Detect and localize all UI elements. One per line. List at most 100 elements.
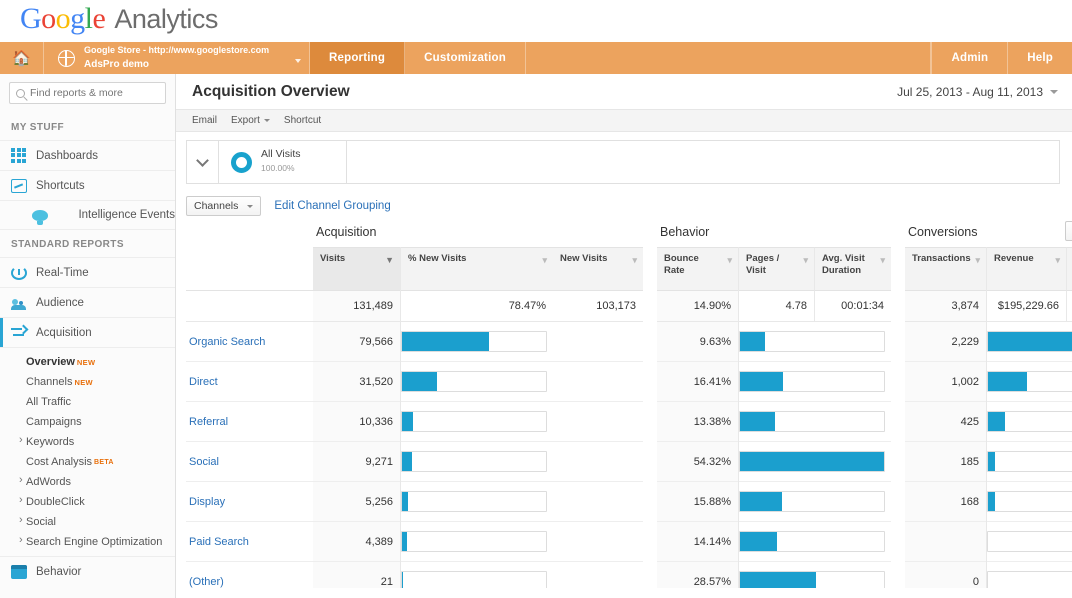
sidebar-item-acquisition[interactable]: Acquisition (0, 317, 175, 347)
total-bounce-rate: 14.90% (657, 291, 738, 322)
chevron-down-icon (264, 119, 270, 122)
sidebar-item-label: Behavior (36, 566, 81, 578)
table-row-label[interactable]: Social (186, 442, 313, 482)
column-header-bounce-rate[interactable]: Bounce Rate ▾ (657, 247, 738, 291)
column-visits: Visits ▼ 131,489 79,56631,52010,3369,271… (313, 247, 401, 598)
date-range-selector[interactable]: Jul 25, 2013 - Aug 11, 2013 (897, 85, 1058, 99)
channel-grouping-dropdown[interactable]: Channels (186, 196, 261, 216)
tab-reporting[interactable]: Reporting (310, 42, 405, 74)
bar-transactions (987, 482, 1072, 522)
submenu-item-seo[interactable]: Search Engine Optimization (0, 532, 175, 552)
bar-bounce-rate (739, 522, 891, 562)
table-row-label[interactable]: Paid Search (186, 522, 313, 562)
column-header-transactions[interactable]: Transactions ▾ (905, 247, 986, 291)
column-header-pct-new-visits[interactable]: % New Visits ▾ (401, 247, 553, 291)
bar-transactions (987, 322, 1072, 362)
cells-new-visits (553, 322, 643, 598)
column-new-visits: New Visits ▾ 103,173 (553, 247, 643, 598)
bar-fill (402, 412, 413, 431)
column-header-visits[interactable]: Visits ▼ (313, 247, 400, 291)
total-visits: 131,489 (313, 291, 400, 322)
column-header-new-visits[interactable]: New Visits ▾ (553, 247, 643, 291)
email-button[interactable]: Email (192, 115, 217, 126)
bar-track (739, 491, 885, 512)
sort-icon: ▾ (1055, 255, 1060, 266)
column-bounce-rate: Bounce Rate ▾ 14.90% 9.63%16.41%13.38%54… (657, 247, 739, 598)
sidebar-item-label: Acquisition (36, 327, 92, 339)
sidebar-item-audience[interactable]: Audience (0, 287, 175, 317)
bar-bounce-rate (739, 322, 891, 362)
segment-all-visits[interactable]: All Visits 100.00% (219, 141, 347, 183)
bar-transactions (987, 362, 1072, 402)
segment-bar: All Visits 100.00% (186, 140, 1060, 184)
table-row-label[interactable]: Referral (186, 402, 313, 442)
sidebar-item-real-time[interactable]: Real-Time (0, 257, 175, 287)
bars-bounce-rate (739, 322, 891, 598)
shortcut-button[interactable]: Shortcut (284, 115, 321, 126)
submenu-item-keywords[interactable]: Keywords (0, 432, 175, 452)
table-row-label[interactable]: Organic Search (186, 322, 313, 362)
bar-column-conversions: Revenue ▾ Ecommerce Conversion Rate ▾ $1… (987, 247, 1072, 598)
group-conversions: Conversions eCommerce Transactions ▾ (905, 225, 1072, 598)
sidebar-item-label: Intelligence Events (78, 209, 175, 221)
submenu-item-doubleclick[interactable]: DoubleClick (0, 492, 175, 512)
realtime-icon (11, 266, 27, 280)
bar-column-behavior: Pages / Visit ▾ Avg. Visit Duration ▾ 4.… (739, 247, 891, 598)
dimension-column: Organic SearchDirectReferralSocialDispla… (186, 225, 313, 598)
tab-customization[interactable]: Customization (405, 42, 526, 74)
bottom-spacer (176, 588, 1072, 598)
submenu-item-channels[interactable]: ChannelsNEW (0, 372, 175, 392)
column-label: Revenue (994, 253, 1034, 264)
tab-help[interactable]: Help (1007, 42, 1072, 74)
cell-bounce-rate: 54.32% (657, 442, 738, 482)
cell-new-visits (553, 522, 643, 562)
account-selector[interactable]: Google Store - http://www.googlestore.co… (44, 42, 310, 74)
bar-fill (988, 372, 1027, 391)
logo-bar: GoogleAnalytics (0, 0, 1072, 42)
bar-visits (401, 442, 553, 482)
segment-expand-toggle[interactable] (187, 141, 219, 183)
sort-desc-icon: ▼ (385, 255, 394, 266)
sort-icon: ▾ (542, 255, 547, 266)
bar-fill (402, 332, 489, 351)
cell-new-visits (553, 482, 643, 522)
column-header-avg-visit-duration[interactable]: Avg. Visit Duration ▾ (815, 247, 891, 291)
cell-new-visits (553, 322, 643, 362)
table-row-label[interactable]: Direct (186, 362, 313, 402)
submenu-label: Channels (26, 376, 72, 388)
tab-admin[interactable]: Admin (931, 42, 1007, 74)
submenu-item-all-traffic[interactable]: All Traffic (0, 392, 175, 412)
cell-visits: 5,256 (313, 482, 400, 522)
badge-beta: BETA (94, 459, 114, 466)
submenu-item-overview[interactable]: OverviewNEW (0, 352, 175, 372)
bar-fill (402, 492, 408, 511)
sidebar-item-shortcuts[interactable]: Shortcuts (0, 170, 175, 200)
sidebar-item-behavior[interactable]: Behavior (0, 556, 175, 586)
sort-icon: ▾ (727, 255, 732, 266)
column-header-ecommerce-conversion-rate[interactable]: Ecommerce Conversion Rate ▾ (1067, 247, 1072, 291)
search-box[interactable] (9, 82, 166, 104)
bar-fill (740, 492, 782, 511)
export-button[interactable]: Export (231, 115, 270, 126)
column-header-pages-per-visit[interactable]: Pages / Visit ▾ (739, 247, 815, 291)
table-row-label[interactable]: Display (186, 482, 313, 522)
sidebar-section-my-stuff: MY STUFF (0, 113, 175, 140)
home-button[interactable]: 🏠 (0, 42, 44, 74)
submenu-item-campaigns[interactable]: Campaigns (0, 412, 175, 432)
sidebar-item-dashboards[interactable]: Dashboards (0, 140, 175, 170)
chevron-down-icon (295, 59, 301, 63)
submenu-item-adwords[interactable]: AdWords (0, 472, 175, 492)
bar-bounce-rate (739, 482, 891, 522)
search-input[interactable] (30, 87, 159, 99)
column-header-revenue[interactable]: Revenue ▾ (987, 247, 1067, 291)
audience-icon (11, 295, 27, 311)
dimension-rows: Organic SearchDirectReferralSocialDispla… (186, 322, 313, 598)
submenu-item-social[interactable]: Social (0, 512, 175, 532)
behavior-icon (11, 565, 27, 579)
sidebar-item-intelligence-events[interactable]: Intelligence Events (0, 200, 175, 230)
home-icon: 🏠 (12, 51, 31, 66)
cell-visits: 9,271 (313, 442, 400, 482)
submenu-item-cost-analysis[interactable]: Cost AnalysisBETA (0, 452, 175, 472)
ecommerce-dropdown[interactable]: eCommerce (1065, 221, 1072, 241)
edit-channel-grouping-link[interactable]: Edit Channel Grouping (274, 200, 390, 212)
